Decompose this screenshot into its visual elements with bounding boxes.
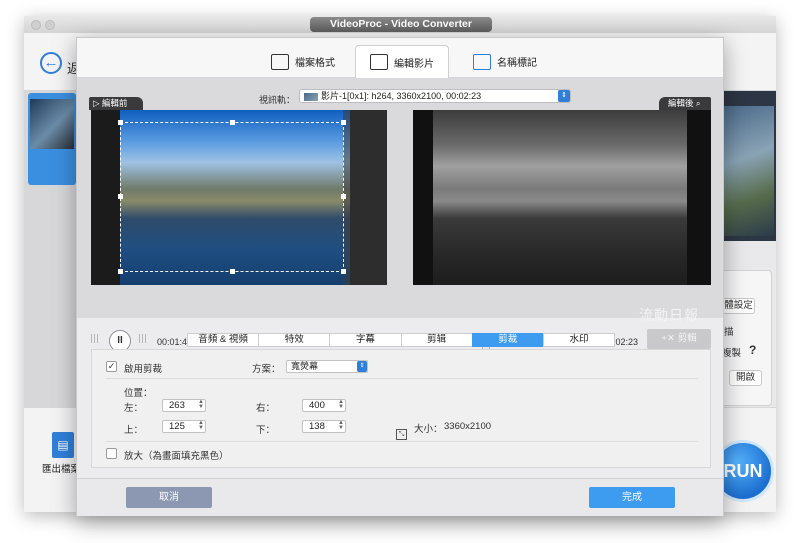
left-label: 左： [124,403,144,414]
right-label: 右： [256,403,276,414]
tab-edit-video[interactable]: 編輯影片 [355,45,449,78]
file-format-icon [271,53,289,70]
open-folder-button[interactable]: 開啟 [729,370,762,386]
video-track-value: 影片-1[0x1]: h264, 3360x2100, 00:02:23 [321,91,482,101]
divider [106,441,698,442]
position-label: 位置： [124,388,153,399]
after-preview-image [433,110,687,285]
tab-edit-video-label: 編輯影片 [394,58,434,70]
top-label: 上： [124,425,144,436]
scheme-label: 方案： [252,364,281,375]
tab-audio-video[interactable]: 音頻 & 視頻 [187,333,259,347]
watermark-text: 流動日報 [639,307,699,323]
crop-handle[interactable] [118,269,123,274]
edit-tab-strip: 音頻 & 視頻 特效 字幕 剪辑 剪裁 水印 [187,333,616,347]
crop-handle[interactable] [341,269,346,274]
size-value: 3360x2100 [444,421,492,432]
stepper-icon[interactable]: ▲ ▼ [338,420,344,431]
enable-crop-label: 啟用剪裁 [124,364,163,375]
background-right-label-1: 描 [724,327,734,338]
grip-handle-right[interactable] [139,334,148,343]
clip-button[interactable]: +✕ 剪輯 [647,329,711,349]
crop-shade [343,110,387,285]
dialog-footer: 取消 完成 [77,478,723,516]
stepper-icon[interactable]: ▲ ▼ [198,399,204,410]
window-minimize-button[interactable] [45,20,55,30]
done-button[interactable]: 完成 [589,487,675,508]
export-file-icon[interactable]: ▤ [52,432,74,458]
crop-handle[interactable] [230,269,235,274]
video-track-label: 視訊軌： [259,95,296,105]
zoom-checkbox[interactable] [106,448,117,459]
edit-video-icon [370,54,388,70]
window-close-button[interactable] [31,20,41,30]
tab-name-tag[interactable]: 名稱標記 [473,45,537,78]
edit-dialog: 檔案格式 編輯影片 名稱標記 視訊軌： 影片-1[0x1]: h264, 336… [76,37,724,516]
video-preview-area: 視訊軌： 影片-1[0x1]: h264, 3360x2100, 00:02:2… [77,78,723,352]
name-tag-icon [473,53,491,70]
after-label: 編輯後 ⌕ [659,97,711,110]
tab-file-format[interactable]: 檔案格式 [271,45,335,78]
dialog-tab-bar: 檔案格式 編輯影片 名稱標記 [77,38,723,78]
top-value: 125 [169,421,185,432]
crop-settings-panel: ✓ 啟用剪裁 方案： 寬熒幕 ⇕ 位置： 左： 263 ▲ ▼ 右： 400 ▲ ▼… [91,349,711,468]
tab-watermark[interactable]: 水印 [542,333,616,347]
crop-rectangle[interactable] [118,120,346,274]
after-label-text: 編輯後 [668,98,694,108]
crop-handle[interactable] [341,194,346,199]
zoom-label: 放大（為畫面填充黑色） [124,451,229,462]
stepper-icon[interactable]: ▲ ▼ [338,399,344,410]
window-title: VideoProc - Video Converter [310,17,492,32]
tab-subtitles[interactable]: 字幕 [329,333,401,347]
left-input[interactable]: 263 ▲ ▼ [162,399,206,412]
back-arrow-icon[interactable]: ← [40,52,62,74]
right-value: 400 [309,400,325,411]
bottom-input[interactable]: 138 ▲ ▼ [302,420,346,433]
grip-handle-left[interactable] [91,334,100,343]
tab-cut[interactable]: 剪辑 [400,333,472,347]
help-icon[interactable]: ? [749,343,756,357]
tab-effects[interactable]: 特效 [258,333,330,347]
crop-handle[interactable] [118,120,123,125]
crop-handle[interactable] [341,120,346,125]
stepper-icon[interactable]: ▲ ▼ [198,420,204,431]
bottom-label: 下： [256,425,276,436]
cancel-button[interactable]: 取消 [126,487,212,508]
after-preview [413,110,711,285]
background-right-preview-image [724,106,774,236]
scheme-value: 寬熒幕 [291,361,319,371]
divider [106,378,698,379]
right-input[interactable]: 400 ▲ ▼ [302,399,346,412]
video-track-select[interactable]: 影片-1[0x1]: h264, 3360x2100, 00:02:23 ⇕ [299,89,571,103]
left-value: 263 [169,400,185,411]
track-thumbnail [304,92,318,101]
size-label: 大小： [414,424,443,435]
chevron-updown-icon: ⇕ [558,90,570,102]
resize-icon: ⤡ [396,429,407,440]
tab-file-format-label: 檔案格式 [295,58,335,69]
top-input[interactable]: 125 ▲ ▼ [162,420,206,433]
background-settings-button[interactable]: 體設定 [722,298,755,314]
chevron-updown-icon: ⇕ [357,361,367,372]
bottom-value: 138 [309,421,325,432]
crop-handle[interactable] [118,194,123,199]
before-label: ▷ 編輯前 [89,97,143,110]
enable-crop-checkbox[interactable]: ✓ [106,361,117,372]
crop-handle[interactable] [230,120,235,125]
scheme-select[interactable]: 寬熒幕 ⇕ [286,360,368,373]
tab-name-tag-label: 名稱標記 [497,58,537,69]
before-preview [91,110,387,285]
background-right-label-2: 複製 [722,348,742,359]
video-thumbnail-image [30,99,74,149]
tab-crop[interactable]: 剪裁 [471,333,543,347]
magnifier-icon[interactable]: ⌕ [696,98,701,108]
